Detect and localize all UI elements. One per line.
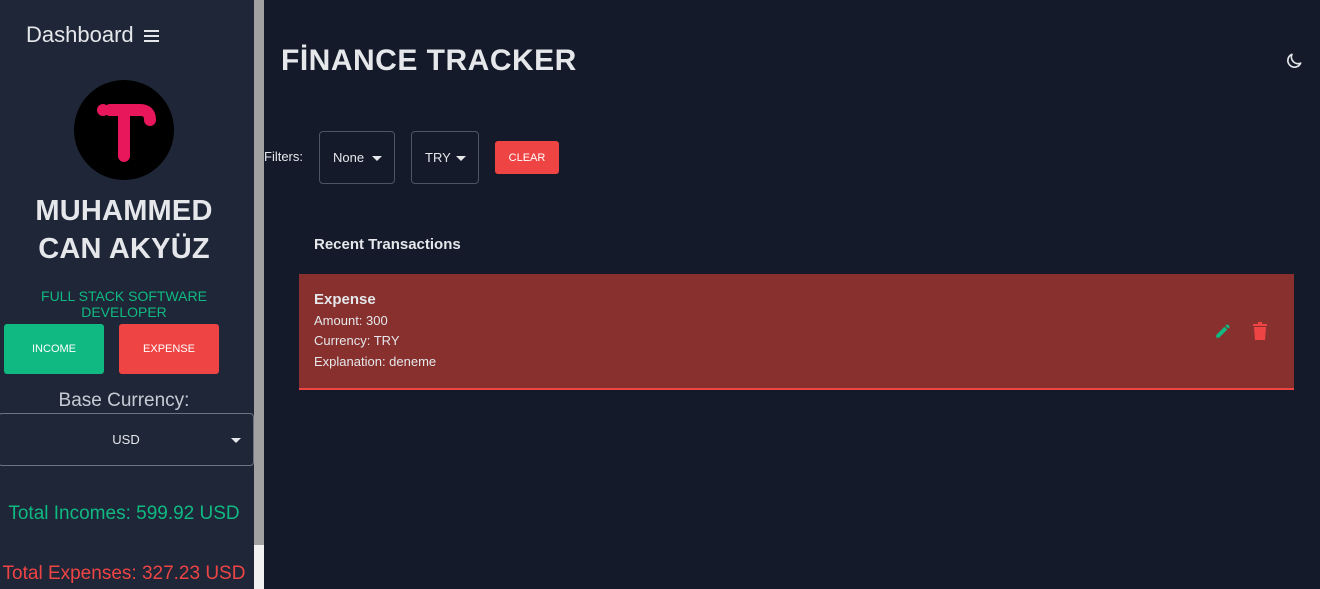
transaction-explanation: Explanation: deneme — [314, 354, 437, 369]
dashboard-title: Dashboard — [26, 22, 134, 47]
base-currency-value: USD — [112, 432, 140, 447]
total-expenses: Total Expenses: 327.23 USD — [2, 563, 246, 584]
caret-down-icon — [456, 156, 466, 161]
transaction-type: Expense — [314, 291, 376, 308]
type-filter-select[interactable]: None — [319, 131, 395, 184]
base-currency-select[interactable]: USD — [0, 413, 254, 466]
menu-icon[interactable] — [143, 29, 160, 42]
profile-role: FULL STACK SOFTWARE DEVELOPER — [41, 288, 207, 320]
profile-name: MUHAMMED CAN AKYÜZ — [35, 195, 213, 265]
sidebar: Dashboard MUHAMMED CAN AKYÜZ FULL STACK … — [0, 0, 254, 589]
trash-icon[interactable] — [1253, 322, 1267, 340]
type-filter-value: None — [333, 150, 365, 165]
currency-filter-value: TRY — [425, 150, 451, 165]
currency-filter-select[interactable]: TRY — [411, 131, 479, 184]
filters-label: Filters: — [264, 149, 303, 164]
expense-button[interactable]: EXPENSE — [119, 324, 219, 374]
recent-transactions-title: Recent Transactions — [314, 236, 461, 253]
total-incomes: Total Incomes: 599.92 USD — [8, 503, 240, 524]
income-button[interactable]: INCOME — [4, 324, 104, 374]
clear-filters-button[interactable]: CLEAR — [495, 141, 559, 174]
transaction-card: Expense Amount: 300 Currency: TRY Explan… — [299, 274, 1294, 390]
dashboard-header: Dashboard — [26, 22, 160, 48]
transaction-currency: Currency: TRY — [314, 333, 400, 348]
sidebar-scrollbar-thumb[interactable] — [254, 0, 264, 545]
logo-icon — [97, 104, 156, 162]
base-currency-label: Base Currency: — [58, 390, 190, 411]
caret-down-icon — [372, 156, 382, 161]
transaction-amount: Amount: 300 — [314, 313, 388, 328]
caret-down-icon — [231, 438, 241, 443]
page-title: FİNANCE TRACKER — [281, 44, 577, 77]
moon-icon[interactable] — [1284, 51, 1304, 71]
avatar — [74, 80, 174, 180]
edit-icon[interactable] — [1214, 322, 1232, 340]
